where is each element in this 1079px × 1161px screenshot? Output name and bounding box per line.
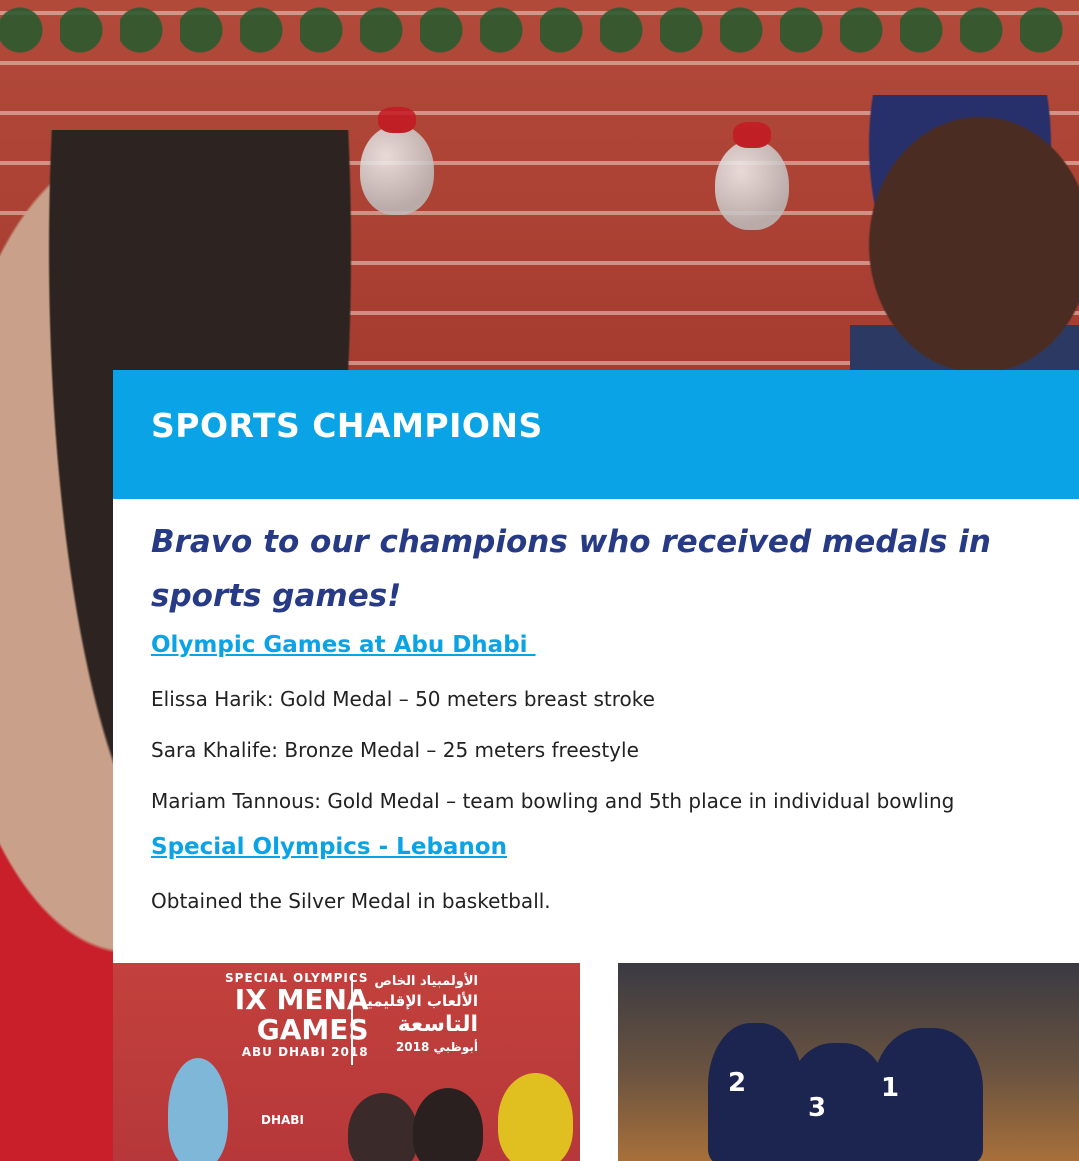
- title-band: SPORTS CHAMPIONS: [113, 370, 1079, 499]
- banner-small-text: ABU DHABI 2018: [241, 1045, 369, 1059]
- garland-decoration: [0, 0, 1079, 70]
- banner-line: IX MENA: [234, 983, 369, 1016]
- olympic-games-link[interactable]: Olympic Games at Abu Dhabi: [151, 632, 536, 658]
- jersey-number: 2: [728, 1068, 747, 1098]
- content-panel: SPORTS CHAMPIONS Bravo to our champions …: [113, 370, 1079, 1161]
- person-figure: [348, 1093, 418, 1161]
- jersey-number: 1: [881, 1073, 900, 1103]
- result-line: Sara Khalife: Bronze Medal – 25 meters f…: [151, 738, 639, 762]
- mena-banner: SPECIAL OLYMPICS IX MENA GAMES ABU DHABI…: [225, 971, 369, 1059]
- person-figure: [168, 1058, 228, 1161]
- result-line: Mariam Tannous: Gold Medal – team bowlin…: [151, 789, 955, 813]
- result-line: Obtained the Silver Medal in basketball.: [151, 889, 551, 913]
- banner-line: GAMES: [256, 1013, 369, 1046]
- banner-arabic-line: التاسعة: [397, 1012, 478, 1037]
- section-title: SPORTS CHAMPIONS: [151, 406, 543, 445]
- banner-arabic-line: الأولمبياد الخاص: [374, 974, 478, 989]
- mena-games-photo: SPECIAL OLYMPICS IX MENA GAMES ABU DHABI…: [113, 963, 580, 1161]
- person-figure: [413, 1088, 483, 1161]
- jersey-number: 3: [808, 1093, 827, 1123]
- player-figure: 1: [873, 1028, 983, 1161]
- banner-arabic: الأولمبياد الخاص الألعاب الإقليمية التاس…: [358, 973, 478, 1055]
- banner-arabic-line: الألعاب الإقليمية: [358, 992, 478, 1010]
- basketball-team-photo: 2 3 1: [618, 963, 1079, 1161]
- banner-arabic-line: أبوظبي 2018: [395, 1040, 478, 1054]
- banner-divider: [351, 975, 353, 1065]
- sign-text: DHABI: [261, 1113, 304, 1127]
- ornament-icon: [715, 122, 789, 230]
- result-line: Elissa Harik: Gold Medal – 50 meters bre…: [151, 687, 655, 711]
- special-olympics-link[interactable]: Special Olympics - Lebanon: [151, 834, 507, 860]
- person-figure: [498, 1073, 573, 1161]
- hero-person-right: [850, 95, 1079, 370]
- intro-text: Bravo to our champions who received meda…: [151, 524, 991, 614]
